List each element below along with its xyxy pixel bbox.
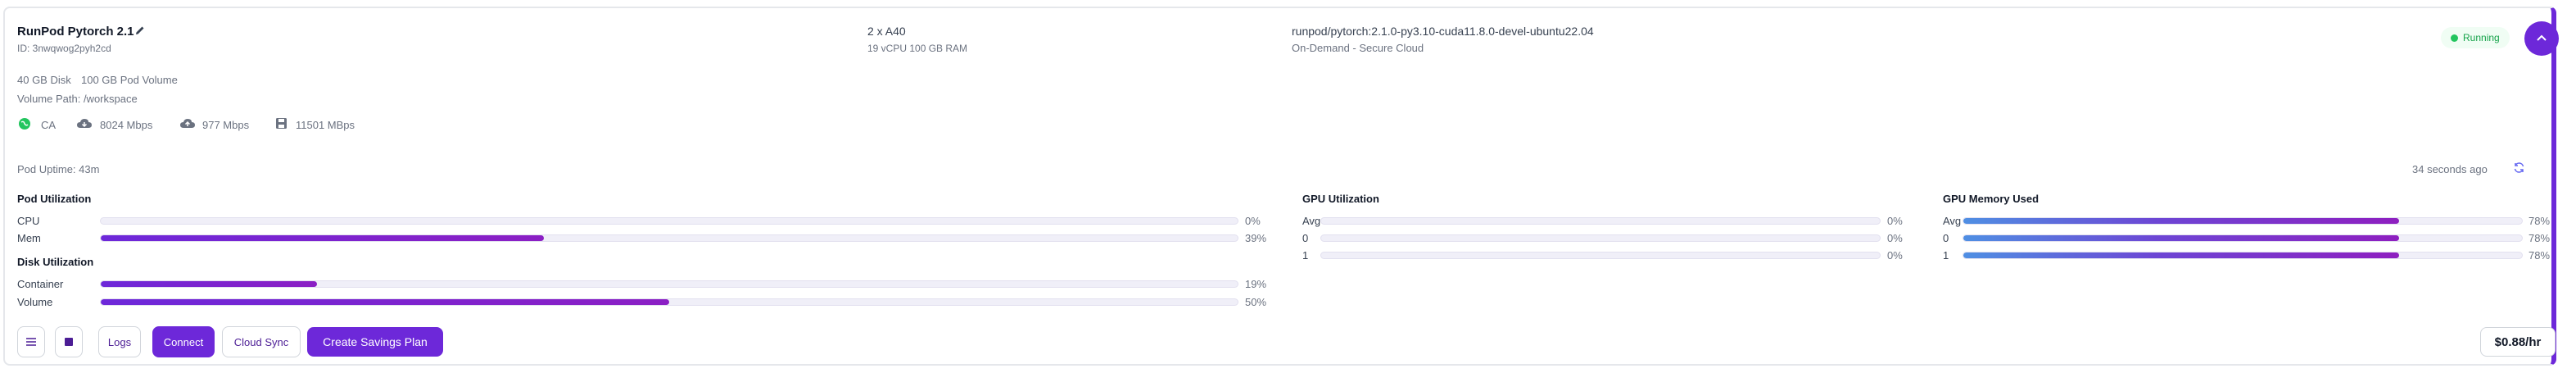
pod-id: ID: 3nwqwog2pyh2cd	[17, 43, 111, 54]
gpu-util-1-value: 0%	[1887, 249, 1903, 262]
disk-size: 40 GB Disk	[17, 74, 71, 86]
gpu-util-0-bar	[1320, 234, 1881, 242]
volume-size: 100 GB Pod Volume	[81, 74, 178, 86]
pencil-icon[interactable]	[134, 25, 147, 38]
cloud-download-icon	[76, 118, 93, 134]
container-bar	[100, 280, 1238, 288]
pod-card: RunPod Pytorch 2.1 ID: 3nwqwog2pyh2cd 2 …	[3, 7, 2559, 366]
refresh-icon[interactable]	[2513, 161, 2525, 178]
volume-bar-fill	[101, 299, 669, 305]
status-dot	[2451, 34, 2458, 42]
cloud-upload-icon	[179, 118, 196, 134]
util-label-cpu: CPU	[17, 215, 40, 227]
gpu-count: 2 x A40	[867, 25, 906, 38]
pod-utilization-title: Pod Utilization	[17, 193, 92, 205]
volume-value: 50%	[1245, 296, 1267, 308]
floppy-disk-icon	[275, 117, 287, 134]
status-badge: Running	[2441, 27, 2510, 48]
gpu-util-0-value: 0%	[1887, 232, 1903, 244]
pod-specs: 19 vCPU 100 GB RAM	[867, 43, 968, 54]
menu-icon	[26, 338, 36, 346]
mem-value: 39%	[1245, 232, 1267, 244]
gpu-mem-label-0: 0	[1943, 232, 1949, 244]
gpu-mem-0-value: 78%	[2528, 232, 2551, 244]
download-speed: 8024 Mbps	[100, 119, 153, 131]
upload-speed: 977 Mbps	[202, 119, 250, 131]
gpu-mem-avg-fill	[1963, 218, 2399, 224]
cloud-sync-button[interactable]: Cloud Sync	[222, 326, 301, 357]
stop-icon	[65, 338, 73, 346]
logs-button[interactable]: Logs	[98, 326, 141, 357]
pricing-plan: On-Demand - Secure Cloud	[1292, 42, 1424, 54]
gpu-mem-1-value: 78%	[2528, 249, 2551, 262]
gpu-mem-avg-bar	[1963, 217, 2523, 225]
gpu-util-label-avg: Avg	[1302, 215, 1321, 227]
chevron-up-icon	[2537, 34, 2547, 41]
gpu-mem-0-bar	[1963, 234, 2523, 242]
collapse-button[interactable]	[2524, 21, 2559, 56]
gpu-mem-label-avg: Avg	[1943, 215, 1962, 227]
volume-path: Volume Path: /workspace	[17, 93, 138, 105]
gpu-memory-title: GPU Memory Used	[1943, 193, 2040, 205]
gpu-mem-1-bar	[1963, 252, 2523, 259]
last-updated: 34 seconds ago	[2412, 163, 2488, 175]
pod-name: RunPod Pytorch 2.1	[17, 25, 134, 39]
util-label-container: Container	[17, 278, 64, 290]
container-value: 19%	[1245, 278, 1267, 290]
region: CA	[41, 119, 57, 131]
gpu-mem-label-1: 1	[1943, 249, 1949, 262]
gpu-mem-avg-value: 78%	[2528, 215, 2551, 227]
mem-bar	[100, 234, 1238, 242]
disk-utilization-title: Disk Utilization	[17, 256, 94, 268]
mem-bar-fill	[101, 235, 545, 241]
menu-button[interactable]	[17, 326, 45, 357]
cpu-value: 0%	[1245, 215, 1261, 227]
gpu-utilization-title: GPU Utilization	[1302, 193, 1379, 205]
container-bar-fill	[101, 281, 317, 287]
volume-bar	[100, 298, 1238, 306]
container-image: runpod/pytorch:2.1.0-py3.10-cuda11.8.0-d…	[1292, 25, 1594, 38]
create-savings-plan-button[interactable]: Create Savings Plan	[307, 327, 443, 357]
cpu-bar	[100, 217, 1238, 225]
gpu-util-avg-value: 0%	[1887, 215, 1903, 227]
gpu-mem-0-fill	[1963, 235, 2399, 241]
gpu-util-1-bar	[1320, 252, 1881, 259]
status-text: Running	[2463, 32, 2500, 43]
gpu-util-label-0: 0	[1302, 232, 1309, 244]
connect-button[interactable]: Connect	[152, 326, 215, 357]
gpu-util-avg-bar	[1320, 217, 1881, 225]
util-label-volume: Volume	[17, 296, 53, 308]
globe-icon	[18, 117, 31, 134]
gpu-mem-1-fill	[1963, 252, 2399, 258]
util-label-mem: Mem	[17, 232, 41, 244]
gpu-util-label-1: 1	[1302, 249, 1309, 262]
disk-speed: 11501 MBps	[296, 119, 355, 131]
stop-button[interactable]	[55, 326, 83, 357]
hourly-price: $0.88/hr	[2480, 327, 2556, 357]
pod-uptime: Pod Uptime: 43m	[17, 163, 100, 175]
